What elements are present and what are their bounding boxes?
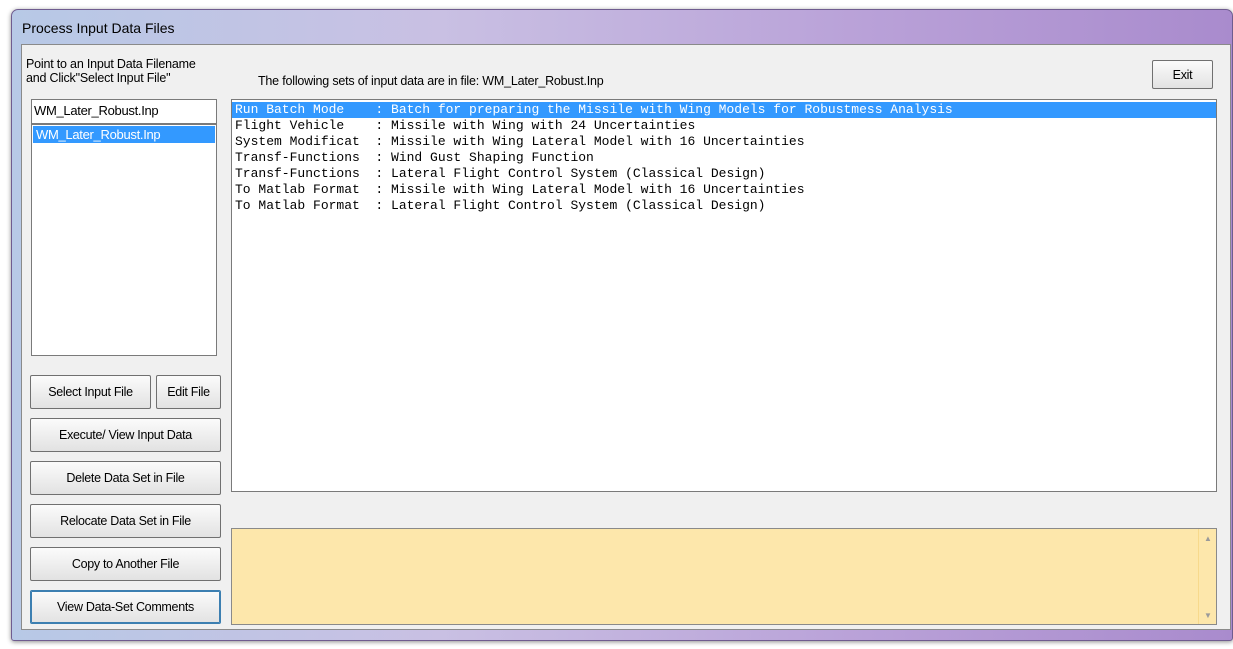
instruction-line-2: and Click"Select Input File" (26, 71, 171, 85)
execute-view-input-data-button[interactable]: Execute/ View Input Data (30, 418, 221, 452)
instruction-line-1: Point to an Input Data Filename (26, 57, 196, 71)
comments-scrollbar[interactable]: ▲ ▼ (1198, 529, 1216, 624)
copy-to-another-file-button[interactable]: Copy to Another File (30, 547, 221, 581)
dataset-row[interactable]: Flight Vehicle : Missile with Wing with … (232, 118, 1216, 134)
scroll-down-arrow-icon[interactable]: ▼ (1204, 611, 1212, 620)
window-title: Process Input Data Files (22, 20, 175, 36)
file-list-item[interactable]: WM_Later_Robust.Inp (33, 126, 215, 143)
exit-button[interactable]: Exit (1152, 60, 1213, 89)
file-header-text: The following sets of input data are in … (258, 74, 604, 88)
relocate-data-set-button[interactable]: Relocate Data Set in File (30, 504, 221, 538)
dataset-row[interactable]: To Matlab Format : Missile with Wing Lat… (232, 182, 1216, 198)
dataset-row[interactable]: Run Batch Mode : Batch for preparing the… (232, 102, 1216, 118)
dataset-row[interactable]: To Matlab Format : Lateral Flight Contro… (232, 198, 1216, 214)
view-data-set-comments-button[interactable]: View Data-Set Comments (30, 590, 221, 624)
dataset-row[interactable]: System Modificat : Missile with Wing Lat… (232, 134, 1216, 150)
select-input-file-button[interactable]: Select Input File (30, 375, 151, 409)
file-listbox[interactable]: WM_Later_Robust.Inp (31, 124, 217, 356)
comments-textarea[interactable]: ▲ ▼ (231, 528, 1217, 625)
dataset-row[interactable]: Transf-Functions : Wind Gust Shaping Fun… (232, 150, 1216, 166)
dataset-row[interactable]: Transf-Functions : Lateral Flight Contro… (232, 166, 1216, 182)
dataset-listbox[interactable]: Run Batch Mode : Batch for preparing the… (231, 99, 1217, 492)
filename-field[interactable]: WM_Later_Robust.Inp (31, 99, 217, 124)
edit-file-button[interactable]: Edit File (156, 375, 221, 409)
delete-data-set-button[interactable]: Delete Data Set in File (30, 461, 221, 495)
scroll-up-arrow-icon[interactable]: ▲ (1204, 534, 1212, 543)
